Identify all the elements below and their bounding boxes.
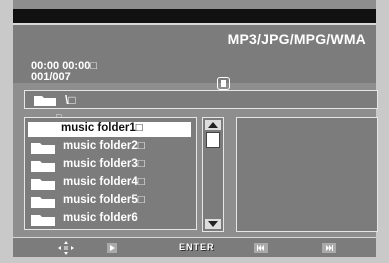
play-icon	[107, 243, 117, 253]
folder-icon	[31, 197, 55, 208]
list-item-label: music folder5□	[63, 194, 145, 206]
navigation-arrows-icon	[58, 241, 74, 255]
list-item-label: music folder1□	[61, 122, 143, 134]
preview-panel	[236, 117, 378, 232]
title-bar	[13, 9, 376, 23]
track-counter: 001/007	[31, 71, 71, 83]
playback-info-panel: MP3/JPG/MPG/WMA 00:00 00:00□ 001/007	[13, 23, 376, 90]
list-item-music-folder4[interactable]: music folder4□	[30, 176, 190, 191]
folder-icon	[34, 96, 56, 106]
scrollbar-thumb[interactable]	[206, 132, 220, 148]
folder-icon	[31, 215, 55, 226]
scroll-up-arrow-icon[interactable]	[205, 120, 221, 130]
folder-icon	[31, 143, 55, 154]
bottom-border	[13, 257, 376, 263]
next-track-icon	[322, 243, 336, 253]
list-item-music-folder6[interactable]: music folder6	[30, 212, 190, 227]
stop-icon	[217, 77, 230, 90]
current-path: \□	[65, 93, 76, 107]
list-item-music-folder1[interactable]: music folder1□	[28, 122, 191, 137]
folder-icon	[31, 161, 55, 172]
path-bar: \□	[24, 90, 378, 109]
folder-list: music folder1□ music folder2□ music fold…	[24, 117, 197, 230]
format-label: MP3/JPG/MPG/WMA	[227, 31, 366, 47]
scroll-down-arrow-icon[interactable]	[205, 219, 221, 229]
list-item-label: music folder2□	[63, 140, 145, 152]
folder-icon	[29, 125, 53, 136]
enter-label: ENTER	[179, 242, 215, 252]
list-item-music-folder3[interactable]: music folder3□	[30, 158, 190, 173]
folder-icon	[31, 179, 55, 190]
list-scrollbar[interactable]	[202, 117, 224, 232]
list-item-music-folder2[interactable]: music folder2□	[30, 140, 190, 155]
list-item-label: music folder6	[63, 212, 138, 224]
list-item-music-folder5[interactable]: music folder5□	[30, 194, 190, 209]
list-item-label: music folder3□	[63, 158, 145, 170]
control-hint-bar: ENTER	[13, 237, 376, 257]
previous-track-icon	[254, 243, 268, 253]
list-item-label: music folder4□	[63, 176, 145, 188]
